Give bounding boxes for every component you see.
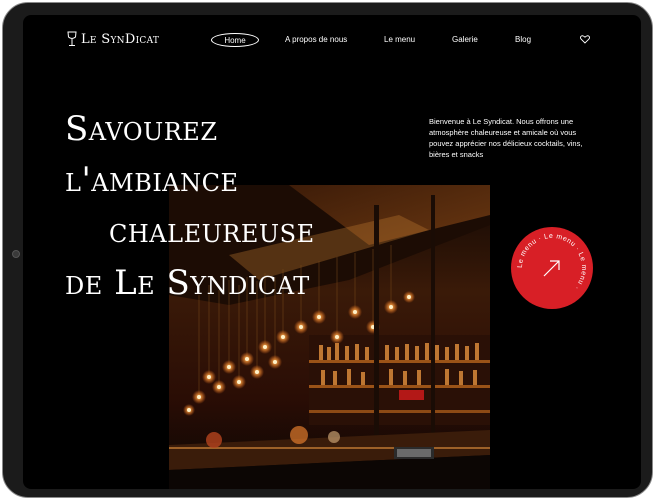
tablet-frame: Le SynDicat Home A propos de nous Le men… <box>2 2 653 498</box>
hero-headline-line-1: Savourez <box>65 109 218 149</box>
nav-item-home[interactable]: Home <box>211 33 259 47</box>
brand-logo[interactable]: Le SynDicat <box>67 31 159 47</box>
brand-name: Le SynDicat <box>81 31 160 47</box>
hero-headline-line-3: chaleureuse <box>109 211 315 251</box>
website-screen: Le SynDicat Home A propos de nous Le men… <box>23 15 641 489</box>
menu-badge-circular-text-path: Le menu · Le menu · Le menu · <box>517 233 587 291</box>
nav-item-gallery[interactable]: Galerie <box>452 35 478 44</box>
heart-icon[interactable] <box>580 35 590 44</box>
menu-badge-button[interactable]: Le menu · Le menu · Le menu · <box>511 227 593 309</box>
top-navigation: Le SynDicat Home A propos de nous Le men… <box>23 15 641 65</box>
nav-item-blog[interactable]: Blog <box>515 35 531 44</box>
hero-headline-line-4: de Le Syndicat <box>65 263 310 303</box>
menu-badge-circular-text: Le menu · Le menu · Le menu · <box>517 233 587 291</box>
nav-item-menu[interactable]: Le menu <box>384 35 415 44</box>
arrow-up-right-icon <box>543 260 560 277</box>
tablet-camera <box>12 250 20 258</box>
nav-item-about[interactable]: A propos de nous <box>285 35 347 44</box>
nav-item-home-label: Home <box>224 35 246 45</box>
hero-headline-line-2: l'ambiance <box>65 160 239 200</box>
hero-intro-text: Bienvenue à Le Syndicat. Nous offrons un… <box>429 116 583 159</box>
wine-glass-icon <box>67 31 77 46</box>
menu-badge-graphic: Le menu · Le menu · Le menu · <box>517 233 587 291</box>
